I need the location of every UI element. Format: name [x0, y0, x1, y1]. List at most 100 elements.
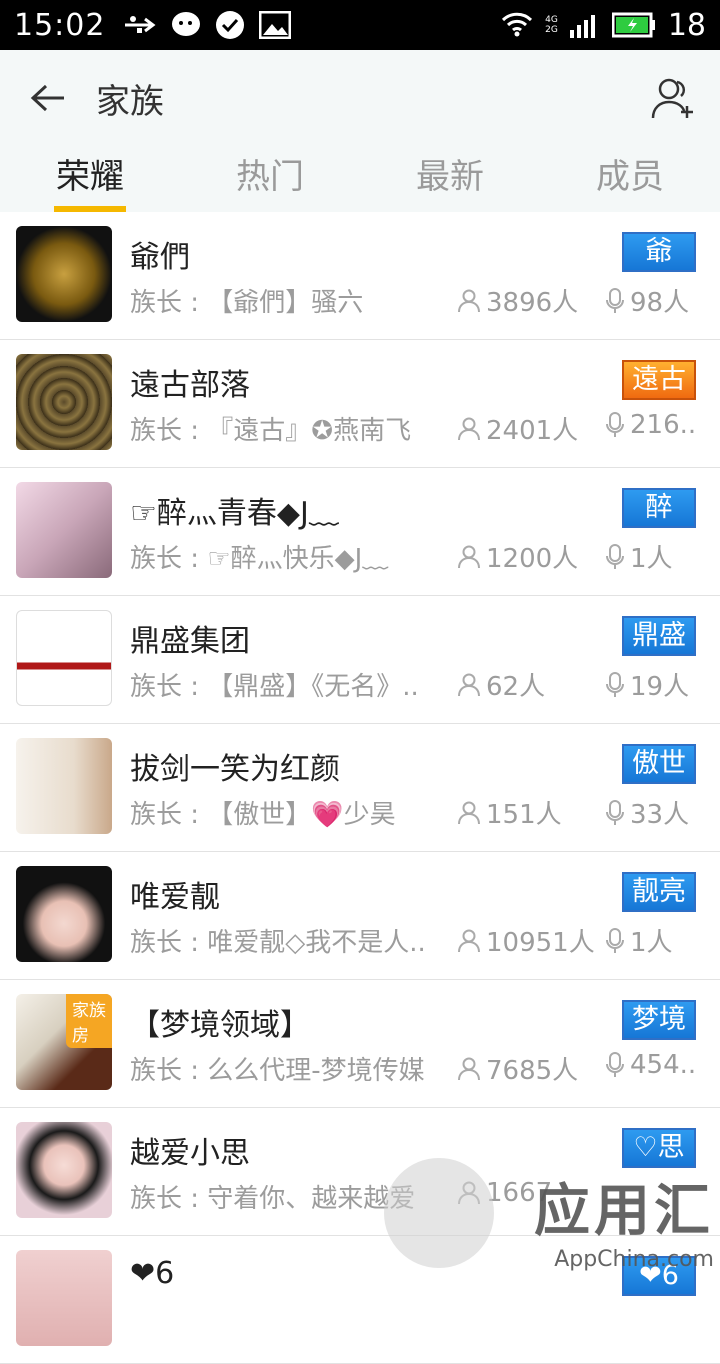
member-count-label: 2401人	[486, 416, 579, 446]
header-bar: 家族	[0, 50, 720, 146]
list-item[interactable]: 鼎盛集团 族长 : 【鼎盛】《无名》.. 62人 19人 鼎盛	[0, 596, 720, 724]
family-badge: 醉	[622, 488, 696, 528]
family-name: 遠古部落	[130, 368, 250, 403]
person-icon	[458, 545, 480, 568]
voice-count: 216..	[606, 410, 702, 440]
member-count: 7685人	[458, 1050, 578, 1087]
family-badge: 爺	[622, 232, 696, 272]
family-avatar	[16, 866, 112, 962]
family-badge: 遠古	[622, 360, 696, 400]
back-button[interactable]	[28, 78, 68, 118]
family-avatar	[16, 610, 112, 706]
battery-level: 18	[667, 7, 706, 43]
appchina-watermark: 应用汇 AppChina.com	[384, 1158, 714, 1272]
add-member-button[interactable]	[648, 72, 700, 124]
watermark-main: 应用汇	[534, 1179, 714, 1244]
family-name: 越爱小思	[130, 1136, 250, 1171]
family-badge: ♡思	[622, 1128, 696, 1168]
voice-count-label: 454..	[630, 1050, 697, 1080]
tab-bar: 荣耀 热门 最新 成员	[0, 146, 720, 212]
family-leader: 族长 : ☞醉灬快乐◆J﹏	[130, 544, 389, 574]
list-item[interactable]: 爺們 族长 : 【爺們】骚六 3896人 98人 爺	[0, 212, 720, 340]
person-icon	[458, 929, 480, 952]
member-count: 62人	[458, 666, 545, 703]
signal-bars-icon	[569, 12, 600, 38]
tab-newest[interactable]: 最新	[360, 146, 540, 212]
member-count-label: 151人	[486, 800, 562, 830]
mic-icon	[606, 799, 624, 825]
family-name: ☞醉灬青春◆J﹏	[130, 496, 339, 531]
mic-icon	[606, 1052, 624, 1077]
voice-count-label: 33人	[630, 800, 690, 830]
status-time: 15:02	[14, 7, 106, 43]
watermark-sub: AppChina.com	[554, 1247, 714, 1272]
mic-icon	[606, 927, 624, 953]
battery-icon	[611, 12, 656, 38]
family-avatar	[16, 1122, 112, 1218]
network-4g-label: 4G	[545, 15, 558, 25]
network-2g-label: 2G	[545, 25, 558, 35]
wifi-icon	[501, 12, 533, 38]
family-room-tag: 家族房	[66, 994, 112, 1048]
family-leader: 族长 : 【傲世】💗少昊	[130, 800, 396, 830]
list-item[interactable]: 唯爱靓 族长 : 唯爱靓◇我不是人.. 10951人 1人 靓亮	[0, 852, 720, 980]
family-badge: 靓亮	[622, 872, 696, 912]
member-count-label: 1200人	[486, 544, 579, 574]
member-count: 2401人	[458, 410, 578, 447]
family-leader: 族长 : 【爺們】骚六	[130, 288, 364, 318]
family-badge: 梦境	[622, 1000, 696, 1040]
family-leader: 族长 : 【鼎盛】《无名》..	[130, 672, 419, 702]
check-circle-icon	[215, 10, 245, 40]
list-item[interactable]: 家族房 【梦境领域】 族长 : 么么代理-梦境传媒 7685人 454.. 梦境	[0, 980, 720, 1108]
family-avatar	[16, 738, 112, 834]
member-count: 151人	[458, 794, 562, 831]
list-item[interactable]: 拔剑一笑为红颜 族长 : 【傲世】💗少昊 151人 33人 傲世	[0, 724, 720, 852]
notification-icons	[123, 10, 292, 40]
family-avatar	[16, 1250, 112, 1346]
voice-count: 1人	[606, 922, 702, 959]
family-avatar: 家族房	[16, 994, 112, 1090]
voice-count-label: 216..	[630, 410, 697, 440]
family-name: 【梦境领域】	[130, 1008, 310, 1043]
person-icon	[458, 1057, 480, 1080]
image-icon	[259, 11, 292, 39]
page-title: 家族	[96, 81, 164, 122]
list-item[interactable]: 遠古部落 族长 : 『遠古』✪燕南飞 2401人 216.. 遠古	[0, 340, 720, 468]
family-leader: 族长 : 『遠古』✪燕南飞	[130, 416, 412, 446]
tab-honor[interactable]: 荣耀	[0, 146, 180, 212]
voice-count-label: 1人	[630, 928, 673, 958]
tab-hot[interactable]: 热门	[180, 146, 360, 212]
voice-count: 454..	[606, 1050, 702, 1080]
member-count-label: 62人	[486, 672, 546, 702]
member-count-label: 10951人	[486, 928, 595, 958]
member-count: 1200人	[458, 538, 578, 575]
mic-icon	[606, 287, 624, 313]
family-name: 爺們	[130, 240, 190, 275]
member-count: 3896人	[458, 282, 578, 319]
family-avatar	[16, 226, 112, 322]
member-count-label: 7685人	[486, 1056, 579, 1086]
voice-count-label: 19人	[630, 672, 690, 702]
voice-count-label: 1人	[630, 544, 673, 574]
status-bar: 15:02 4G 2G 18	[0, 0, 720, 50]
voice-count: 1人	[606, 538, 702, 575]
add-member-icon	[651, 78, 693, 119]
tab-members[interactable]: 成员	[540, 146, 720, 212]
voice-count: 19人	[606, 666, 702, 703]
person-icon	[458, 801, 480, 824]
usb-icon	[123, 15, 157, 35]
member-count: 10951人	[458, 922, 595, 959]
family-avatar	[16, 354, 112, 450]
family-name: 唯爱靓	[130, 880, 220, 915]
wechat-icon	[171, 11, 201, 39]
arrow-left-icon	[30, 84, 64, 112]
watermark-logo-icon	[384, 1158, 494, 1268]
list-item[interactable]: ☞醉灬青春◆J﹏ 族长 : ☞醉灬快乐◆J﹏ 1200人 1人 醉	[0, 468, 720, 596]
voice-count-label: 98人	[630, 288, 690, 318]
family-name: 拔剑一笑为红颜	[130, 752, 340, 787]
voice-count: 33人	[606, 794, 702, 831]
member-count-label: 3896人	[486, 288, 579, 318]
family-badge: 鼎盛	[622, 616, 696, 656]
mic-icon	[606, 412, 624, 437]
family-name: 鼎盛集团	[130, 624, 250, 659]
